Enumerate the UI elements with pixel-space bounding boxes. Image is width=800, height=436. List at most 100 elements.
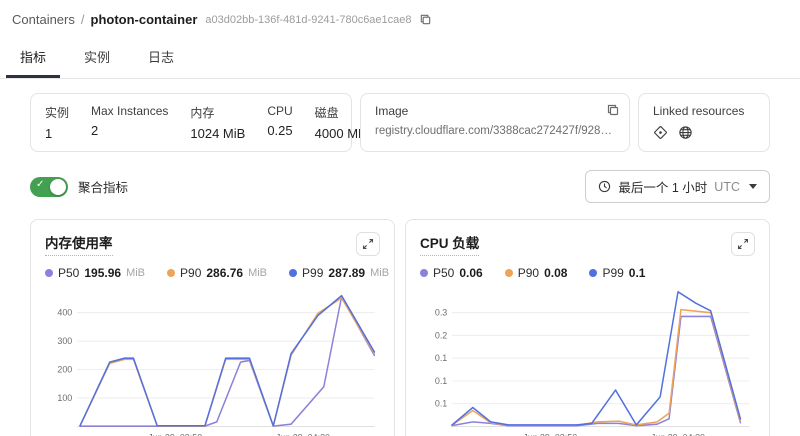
copy-image-button[interactable] bbox=[605, 102, 621, 118]
legend-dot bbox=[505, 269, 513, 277]
memory-usage-chart: 100200300400Jun 29, 03:50Jun 29, 04:30Ti… bbox=[45, 282, 380, 436]
timezone-label: UTC bbox=[714, 180, 740, 194]
stat-value: 2 bbox=[91, 123, 168, 138]
stat-max-instances: Max Instances 2 bbox=[91, 104, 168, 141]
tab-logs[interactable]: 日志 bbox=[134, 39, 188, 78]
copy-icon bbox=[419, 13, 432, 26]
stat-label: Max Instances bbox=[91, 104, 168, 118]
svg-text:Jun 29, 04:30: Jun 29, 04:30 bbox=[651, 432, 705, 436]
charts-row: 内存使用率 P50 195.96 MiB P90 286.76 bbox=[30, 219, 770, 436]
toggle-knob bbox=[50, 179, 66, 195]
stat-label: 实例 bbox=[45, 104, 69, 121]
overview-cards-row: 实例 1 Max Instances 2 内存 1024 MiB CPU 0.2… bbox=[30, 93, 770, 152]
copy-id-button[interactable] bbox=[418, 12, 433, 27]
tab-bar: 指标 实例 日志 bbox=[0, 39, 800, 79]
legend-dot bbox=[420, 269, 428, 277]
stat-value: 0.25 bbox=[267, 123, 292, 138]
durable-object-link[interactable] bbox=[653, 125, 668, 140]
stat-label: 磁盘 bbox=[315, 104, 367, 121]
image-card: Image registry.cloudflare.com/3388cac272… bbox=[360, 93, 630, 152]
legend-item: P99 0.1 bbox=[589, 266, 645, 280]
breadcrumb-separator: / bbox=[81, 12, 85, 27]
check-icon: ✓ bbox=[36, 179, 44, 190]
cpu-chart-title: CPU 负载 bbox=[420, 232, 479, 256]
svg-text:0.2: 0.2 bbox=[435, 330, 447, 340]
svg-text:0.3: 0.3 bbox=[435, 307, 447, 317]
legend-item: P90 286.76 MiB bbox=[167, 266, 267, 280]
legend-name: P99 bbox=[302, 266, 323, 280]
overview-card: 实例 1 Max Instances 2 内存 1024 MiB CPU 0.2… bbox=[30, 93, 352, 152]
legend-dot bbox=[167, 269, 175, 277]
aggregate-metrics-toggle[interactable]: ✓ bbox=[30, 177, 68, 197]
legend-value: 0.08 bbox=[544, 266, 567, 280]
globe-link[interactable] bbox=[678, 125, 693, 140]
svg-text:Jun 29, 03:50: Jun 29, 03:50 bbox=[523, 432, 577, 436]
legend-unit: MiB bbox=[370, 267, 389, 279]
linked-resources-icons bbox=[653, 125, 755, 140]
legend-name: P90 bbox=[180, 266, 201, 280]
cpu-chart-expand-button[interactable] bbox=[731, 232, 755, 256]
expand-icon bbox=[737, 238, 749, 250]
svg-text:0.1: 0.1 bbox=[435, 353, 447, 363]
legend-name: P99 bbox=[602, 266, 623, 280]
tab-instances[interactable]: 实例 bbox=[70, 39, 124, 78]
durable-object-icon bbox=[653, 125, 668, 140]
breadcrumb-containers-link[interactable]: Containers bbox=[12, 12, 75, 27]
legend-value: 286.76 bbox=[206, 266, 243, 280]
legend-dot bbox=[289, 269, 297, 277]
stat-instances: 实例 1 bbox=[45, 104, 69, 141]
stat-label: 内存 bbox=[190, 104, 245, 121]
svg-text:400: 400 bbox=[57, 307, 72, 317]
cpu-load-chart: 0.1 0.1 0.1 0.2 0.3 Jun 29, 03:50 Jun 29, 04:3… bbox=[420, 282, 755, 436]
expand-icon bbox=[362, 238, 374, 250]
cpu-chart-legend: P50 0.06 P90 0.08 P99 0.1 bbox=[420, 266, 755, 280]
svg-text:300: 300 bbox=[57, 336, 72, 346]
tab-metrics[interactable]: 指标 bbox=[6, 39, 60, 78]
stat-value: 1024 MiB bbox=[190, 126, 245, 141]
linked-resources-label: Linked resources bbox=[653, 104, 755, 118]
time-range-label: 最后一个 1 小时 bbox=[618, 177, 707, 196]
image-value: registry.cloudflare.com/3388cac272427f/9… bbox=[375, 125, 615, 137]
linked-resources-card: Linked resources bbox=[638, 93, 770, 152]
legend-dot bbox=[45, 269, 53, 277]
legend-name: P50 bbox=[433, 266, 454, 280]
container-name: photon-container bbox=[91, 12, 198, 27]
memory-chart-legend: P50 195.96 MiB P90 286.76 MiB P99 287.89… bbox=[45, 266, 380, 280]
legend-name: P90 bbox=[518, 266, 539, 280]
svg-text:Jun 29, 03:50: Jun 29, 03:50 bbox=[148, 432, 202, 436]
legend-value: 0.06 bbox=[459, 266, 482, 280]
caret-down-icon bbox=[749, 184, 757, 189]
legend-item: P50 195.96 MiB bbox=[45, 266, 145, 280]
memory-chart-title: 内存使用率 bbox=[45, 232, 113, 256]
controls-row: ✓ 聚合指标 最后一个 1 小时 UTC bbox=[30, 170, 770, 203]
legend-item: P99 287.89 MiB bbox=[289, 266, 389, 280]
legend-unit: MiB bbox=[248, 267, 267, 279]
legend-name: P50 bbox=[58, 266, 79, 280]
stat-disk: 磁盘 4000 MB bbox=[315, 104, 367, 141]
legend-value: 0.1 bbox=[629, 266, 646, 280]
svg-text:Jun 29, 04:30: Jun 29, 04:30 bbox=[276, 432, 330, 436]
legend-unit: MiB bbox=[126, 267, 145, 279]
memory-chart-card: 内存使用率 P50 195.96 MiB P90 286.76 bbox=[30, 219, 395, 436]
svg-text:200: 200 bbox=[57, 364, 72, 374]
copy-icon bbox=[606, 103, 620, 117]
memory-chart-expand-button[interactable] bbox=[356, 232, 380, 256]
legend-item: P90 0.08 bbox=[505, 266, 568, 280]
svg-text:100: 100 bbox=[57, 393, 72, 403]
svg-text:0.1: 0.1 bbox=[435, 398, 447, 408]
aggregate-metrics-label: 聚合指标 bbox=[78, 177, 128, 196]
globe-icon bbox=[678, 125, 693, 140]
stat-cpu: CPU 0.25 bbox=[267, 104, 292, 141]
stat-value: 1 bbox=[45, 126, 69, 141]
cpu-chart-card: CPU 负载 P50 0.06 P90 0.08 bbox=[405, 219, 770, 436]
legend-dot bbox=[589, 269, 597, 277]
legend-value: 287.89 bbox=[328, 266, 365, 280]
legend-value: 195.96 bbox=[84, 266, 121, 280]
time-range-dropdown[interactable]: 最后一个 1 小时 UTC bbox=[585, 170, 770, 203]
svg-text:0.1: 0.1 bbox=[435, 376, 447, 386]
stat-label: CPU bbox=[267, 104, 292, 118]
stat-value: 4000 MB bbox=[315, 126, 367, 141]
breadcrumb: Containers / photon-container a03d02bb-1… bbox=[0, 0, 800, 31]
stat-memory: 内存 1024 MiB bbox=[190, 104, 245, 141]
container-id: a03d02bb-136f-481d-9241-780c6ae1cae8 bbox=[205, 14, 411, 26]
